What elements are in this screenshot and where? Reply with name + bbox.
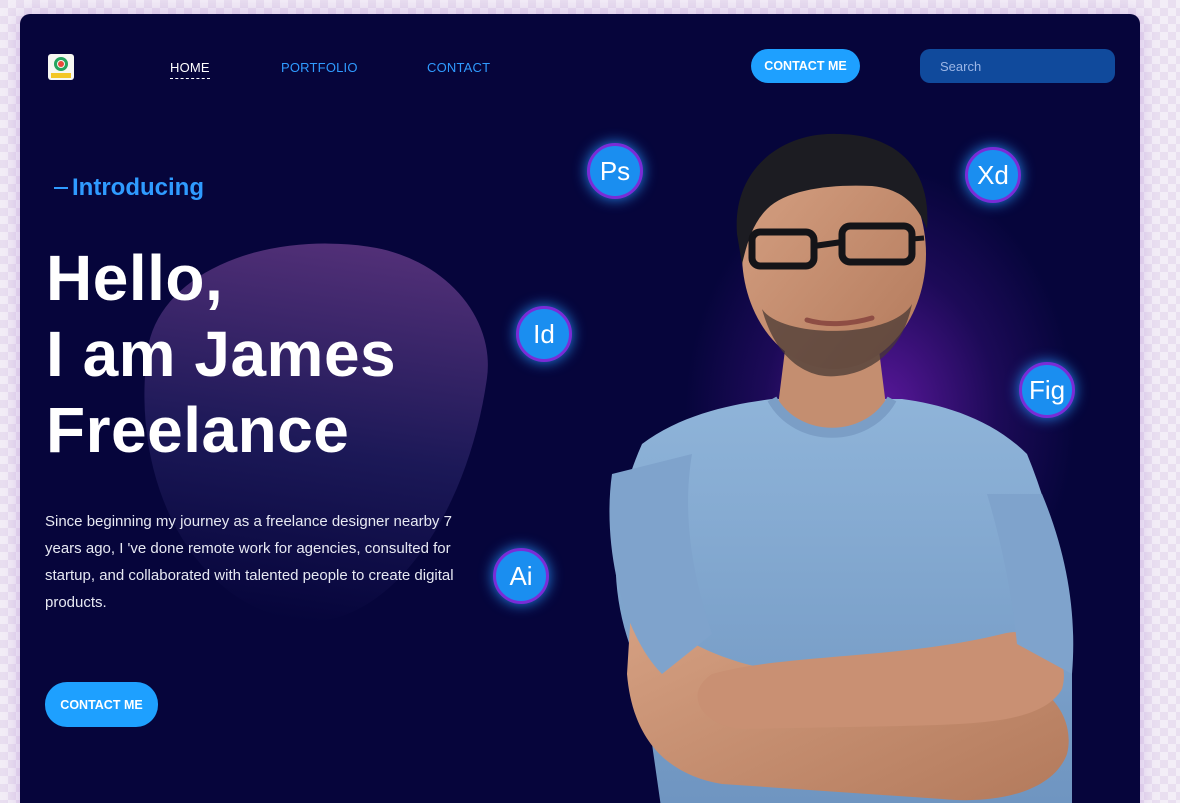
- photoshop-icon: Ps: [587, 143, 643, 199]
- header-contact-button[interactable]: CONTACT ME: [751, 49, 860, 83]
- illustrator-icon: Ai: [493, 548, 549, 604]
- search-box[interactable]: [920, 49, 1116, 83]
- intro-dash: [54, 187, 68, 189]
- nav-portfolio-link[interactable]: PORTFOLIO: [281, 60, 358, 75]
- xd-icon: Xd: [965, 147, 1021, 203]
- headline-line-2: I am James: [46, 318, 397, 390]
- logo-base: [51, 73, 71, 78]
- hero-headline: Hello, I am James Freelance: [46, 240, 396, 468]
- logo-dot: [58, 61, 64, 67]
- headline-line-3: Freelance: [46, 394, 350, 466]
- intro-label: Introducing: [54, 174, 204, 202]
- nav-contact-link[interactable]: CONTACT: [427, 60, 490, 75]
- search-input[interactable]: [940, 58, 1116, 74]
- intro-text: Introducing: [72, 174, 204, 201]
- logo-icon[interactable]: [48, 54, 74, 80]
- figma-icon: Fig: [1019, 362, 1075, 418]
- hero-page: HOME PORTFOLIO CONTACT CONTACT ME Introd…: [20, 14, 1140, 803]
- hero-description: Since beginning my journey as a freelanc…: [45, 513, 454, 611]
- indesign-icon: Id: [516, 306, 572, 362]
- nav-home-link[interactable]: HOME: [170, 60, 210, 79]
- hero-contact-button[interactable]: CONTACT ME: [45, 682, 158, 727]
- portrait-image: [609, 133, 1074, 803]
- headline-line-1: Hello,: [46, 242, 224, 314]
